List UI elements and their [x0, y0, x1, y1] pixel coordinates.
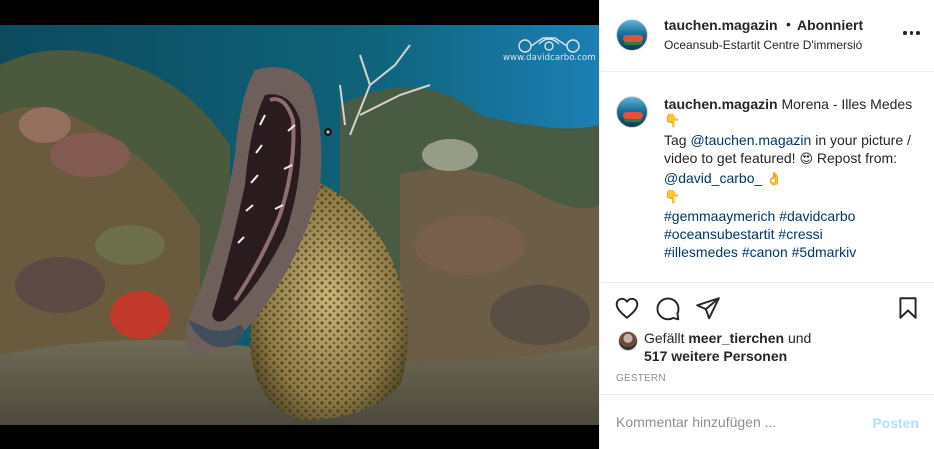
liker-username[interactable]: meer_tierchen: [688, 330, 784, 346]
ok-hand-emoji: 👌: [766, 172, 783, 187]
comment-bar: Posten: [600, 394, 934, 449]
caption-title: Morena - Illes Medes: [781, 96, 913, 112]
caption-section: tauchen.magazin Morena - Illes Medes 👇 T…: [600, 72, 934, 282]
likes-prefix: Gefällt: [644, 330, 685, 346]
pointing-down-emoji-2: 👇: [664, 190, 681, 205]
repost-prefix: Repost from:: [816, 150, 898, 166]
separator-dot: •: [786, 16, 791, 32]
likes-summary: Gefällt meer_tierchen und: [644, 330, 811, 346]
hashtags-line-1[interactable]: #gemmaaymerich #davidcarbo: [664, 207, 919, 225]
hashtags-line-3[interactable]: #illesmedes #canon #5dmarkiv: [664, 243, 919, 261]
repost-mention-link[interactable]: @david_carbo_: [664, 170, 762, 186]
post-header: tauchen.magazin • Abonniert Oceansub-Est…: [600, 0, 934, 72]
paper-plane-icon[interactable]: [695, 295, 721, 321]
tag-mention-link[interactable]: @tauchen.magazin: [690, 132, 811, 148]
post-date[interactable]: GESTERN: [616, 373, 666, 384]
comment-input[interactable]: [616, 414, 846, 430]
post-media[interactable]: www.davidcarbo.com: [0, 0, 599, 449]
location-link[interactable]: Oceansub-Estartit Centre D'immersió: [664, 38, 862, 52]
instagram-post: www.davidcarbo.com tauchen.magazin • Abo…: [0, 0, 934, 449]
love-eyes-emoji: 😍: [799, 152, 813, 167]
post-comment-button[interactable]: Posten: [872, 415, 919, 431]
follow-status-button[interactable]: Abonniert: [797, 17, 863, 33]
more-horizontal-icon[interactable]: [903, 30, 920, 36]
moray-eel-photo: [0, 25, 599, 425]
caption-avatar[interactable]: [616, 96, 648, 128]
likes-count-link[interactable]: 517 weitere Personen: [644, 348, 787, 364]
hashtags-line-2[interactable]: #oceansubestartit #cressi: [664, 225, 919, 243]
liker-avatar[interactable]: [618, 331, 638, 351]
tag-prefix: Tag: [664, 132, 687, 148]
heart-icon[interactable]: [614, 295, 640, 321]
post-sidebar: tauchen.magazin • Abonniert Oceansub-Est…: [599, 0, 934, 449]
likes-conjunction: und: [787, 330, 812, 346]
caption-username[interactable]: tauchen.magazin: [664, 96, 778, 112]
comment-bubble-icon[interactable]: [655, 295, 681, 321]
pointing-down-emoji: 👇: [664, 114, 681, 129]
post-caption: tauchen.magazin Morena - Illes Medes 👇 T…: [664, 95, 919, 261]
watermark-text: www.davidcarbo.com: [503, 53, 596, 63]
account-avatar[interactable]: [616, 19, 648, 51]
account-username[interactable]: tauchen.magazin: [664, 17, 778, 33]
bookmark-icon[interactable]: [895, 295, 921, 321]
